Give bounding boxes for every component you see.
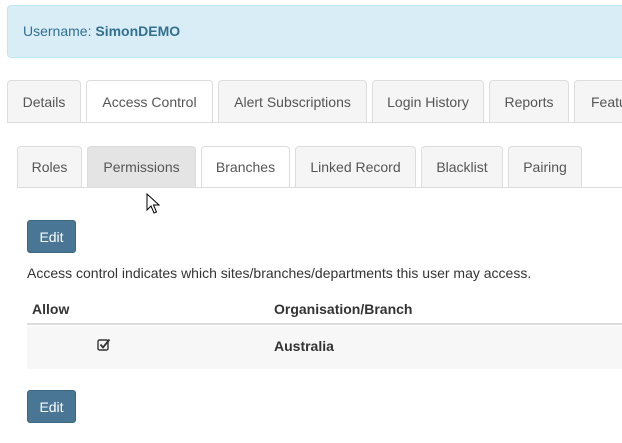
- checked-checkbox-icon[interactable]: [97, 338, 111, 352]
- main-tab-bar: Details Access Control Alert Subscriptio…: [7, 80, 622, 122]
- tab-roles[interactable]: Roles: [17, 146, 82, 187]
- edit-button-bottom[interactable]: Edit: [27, 390, 76, 423]
- organisation-name: Australia: [274, 338, 334, 354]
- tab-login-history[interactable]: Login History: [372, 80, 484, 122]
- tab-pairing[interactable]: Pairing: [508, 146, 582, 187]
- table-row: Australia: [27, 326, 622, 369]
- tab-linked-record[interactable]: Linked Record: [295, 146, 416, 187]
- sub-tab-divider: [17, 187, 622, 188]
- tab-details[interactable]: Details: [7, 80, 81, 122]
- table-header: Allow Organisation/Branch: [27, 296, 622, 325]
- username-label: Username:: [23, 23, 92, 39]
- tab-alert-subscriptions[interactable]: Alert Subscriptions: [218, 80, 367, 122]
- tab-features[interactable]: Featu: [574, 80, 622, 122]
- edit-button-top[interactable]: Edit: [27, 220, 76, 253]
- main-tab-divider: [7, 122, 622, 123]
- access-description: Access control indicates which sites/bra…: [27, 265, 532, 281]
- tab-permissions[interactable]: Permissions: [87, 146, 196, 187]
- column-header-organisation: Organisation/Branch: [274, 301, 413, 317]
- tab-blacklist[interactable]: Blacklist: [421, 146, 503, 187]
- column-header-allow: Allow: [32, 301, 70, 317]
- user-banner: Username: SimonDEMO: [7, 5, 622, 58]
- tab-reports[interactable]: Reports: [489, 80, 569, 122]
- tab-branches[interactable]: Branches: [201, 146, 290, 187]
- sub-tab-bar: Roles Permissions Branches Linked Record…: [17, 146, 587, 187]
- username-value: SimonDEMO: [95, 23, 181, 39]
- mouse-pointer-icon: [146, 193, 160, 214]
- tab-access-control[interactable]: Access Control: [86, 80, 213, 122]
